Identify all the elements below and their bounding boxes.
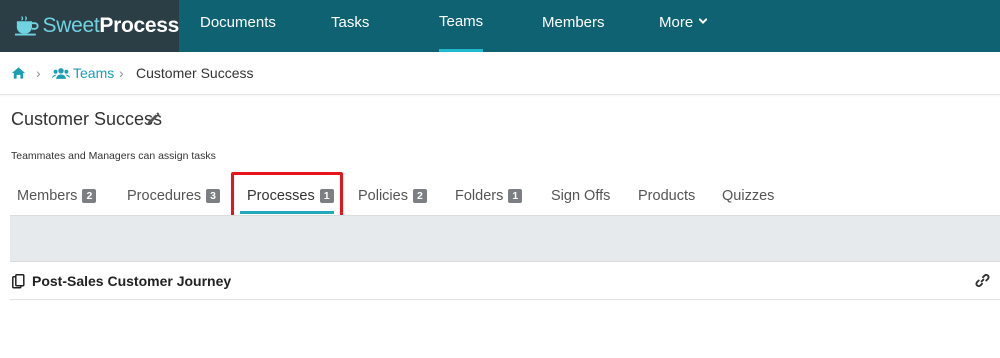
nav-teams[interactable]: Teams <box>439 0 484 52</box>
toolbar-strip <box>10 215 1000 262</box>
breadcrumb-current: Customer Success <box>136 65 254 81</box>
nav-members[interactable]: Members <box>542 0 605 52</box>
breadcrumb-separator: › <box>119 65 124 81</box>
tab-quizzes[interactable]: Quizzes <box>722 188 774 212</box>
tab-label: Sign Offs <box>551 188 611 204</box>
tab-count-badge: 3 <box>206 189 220 203</box>
tab-count-badge: 1 <box>508 189 523 203</box>
tab-label: Policies <box>358 188 408 204</box>
nav-documents-label: Documents <box>200 14 276 31</box>
top-navbar: SweetProcess Documents Tasks Teams Membe… <box>0 0 1000 52</box>
tab-members[interactable]: Members 2 <box>17 188 97 212</box>
nav-documents[interactable]: Documents <box>200 0 276 52</box>
tab-label: Quizzes <box>722 188 775 204</box>
nav-more[interactable]: More <box>659 0 708 52</box>
nav-teams-label: Teams <box>439 13 484 30</box>
tab-products[interactable]: Products <box>638 188 695 212</box>
process-title[interactable]: Post-Sales Customer Journey <box>32 273 231 289</box>
list-item[interactable]: Post-Sales Customer Journey <box>10 263 1000 300</box>
nav-members-label: Members <box>542 14 605 31</box>
tab-label: Members <box>17 188 78 204</box>
users-icon <box>52 68 70 79</box>
logo-text-process: Process <box>99 14 179 37</box>
logo-text-sweet: Sweet <box>42 14 100 37</box>
nav-tasks-label: Tasks <box>331 14 370 31</box>
tab-label: Procedures <box>127 188 202 204</box>
tab-count-badge: 2 <box>82 189 97 203</box>
pencil-icon[interactable] <box>146 112 160 126</box>
nav-tasks[interactable]: Tasks <box>331 0 369 52</box>
logo[interactable]: SweetProcess <box>0 0 179 52</box>
tab-label: Folders <box>455 188 504 204</box>
tab-policies[interactable]: Policies 2 <box>358 188 427 212</box>
cup-logo-icon <box>14 16 39 36</box>
tab-count-badge: 2 <box>412 189 427 203</box>
tab-sign-offs[interactable]: Sign Offs <box>551 188 610 212</box>
tab-procedures[interactable]: Procedures 3 <box>127 188 220 212</box>
link-icon[interactable] <box>975 273 990 288</box>
tab-folders[interactable]: Folders 1 <box>455 188 523 212</box>
breadcrumb-separator: › <box>36 65 41 81</box>
tab-label: Products <box>638 188 696 204</box>
breadcrumb: › Teams › Customer Success <box>0 52 1000 95</box>
copy-icon <box>12 274 25 289</box>
page-title: Customer Success <box>11 109 163 129</box>
chevron-down-icon <box>699 18 708 24</box>
breadcrumb-teams[interactable]: Teams <box>73 65 114 81</box>
logo-text: SweetProcess <box>43 14 180 38</box>
home-icon[interactable] <box>11 66 26 80</box>
page-subtitle: Teammates and Managers can assign tasks <box>11 150 216 162</box>
nav-more-label: More <box>659 14 694 31</box>
